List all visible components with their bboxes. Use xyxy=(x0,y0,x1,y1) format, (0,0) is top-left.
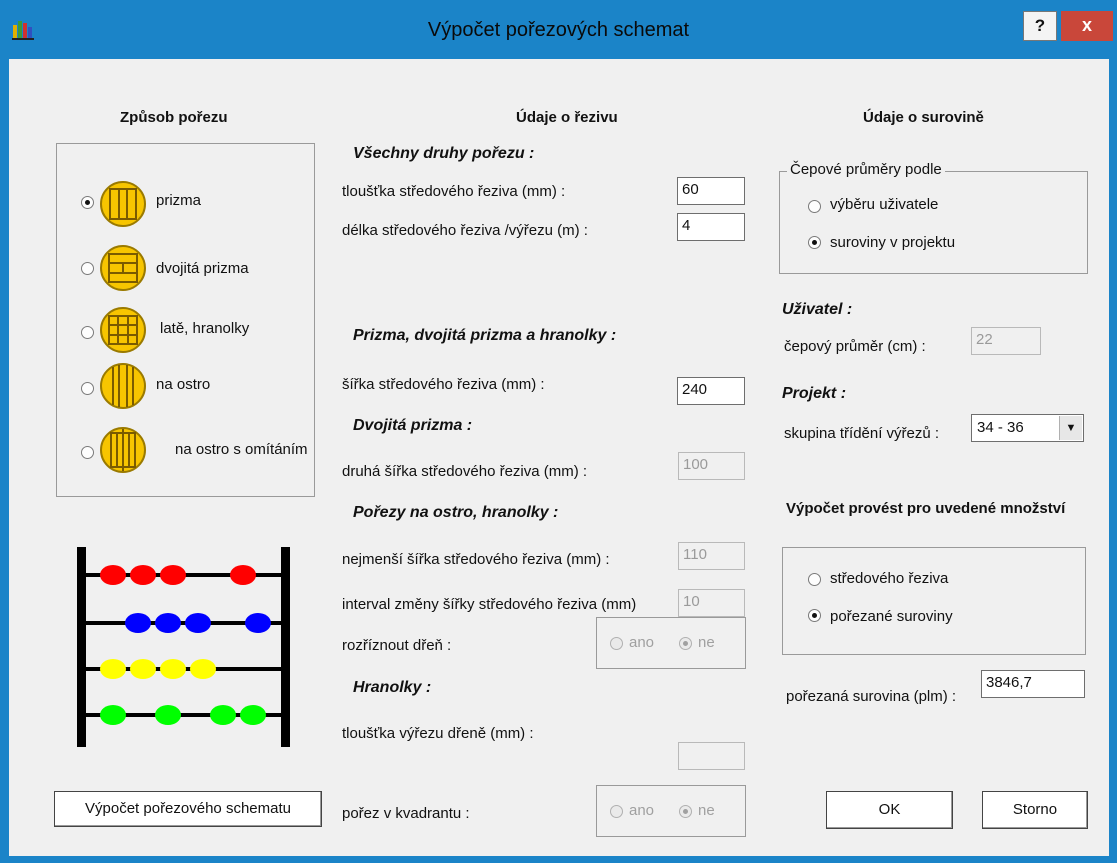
quadrant-group: ano ne xyxy=(596,785,746,837)
project-material-label: suroviny v projektu xyxy=(830,234,956,251)
abacus-bead xyxy=(100,565,126,585)
split-pith-yes-radio[interactable] xyxy=(610,637,623,650)
second-width-input[interactable]: 100 xyxy=(678,452,745,480)
quadrant-yes-label: ano xyxy=(629,802,655,819)
min-width-input[interactable]: 110 xyxy=(678,542,745,570)
user-selection-label: výběru uživatele xyxy=(830,196,939,213)
diameter-source-group xyxy=(779,171,1088,274)
center-lumber-label: středového řeziva xyxy=(830,570,949,587)
user-title: Uživatel : xyxy=(782,301,853,318)
abacus-bead xyxy=(100,705,126,725)
diameter-label: čepový průměr (cm) : xyxy=(784,338,926,355)
diameter-source-title: Čepové průměry podle xyxy=(787,161,945,178)
abacus-bead xyxy=(190,659,216,679)
split-pith-yes-label: ano xyxy=(629,634,655,651)
sharp-cut-trimmed-log-icon xyxy=(100,427,146,473)
second-width-label: druhá šířka středového řeziva (mm) : xyxy=(342,463,588,480)
radio-na-ostro-omitani[interactable] xyxy=(81,446,94,459)
lumber-data-heading: Údaje o řezivu xyxy=(516,109,618,126)
prism-title: Prizma, dvojitá prizma a hranolky : xyxy=(353,327,617,344)
radio-prizma[interactable] xyxy=(81,196,94,209)
cancel-button[interactable]: Storno xyxy=(982,791,1088,829)
cut-option-label: na ostro xyxy=(156,376,211,393)
project-title: Projekt : xyxy=(782,385,847,402)
thickness-input[interactable]: 60 xyxy=(677,177,745,205)
double-prism-title: Dvojitá prizma : xyxy=(353,417,473,434)
split-pith-no-label: ne xyxy=(698,634,715,651)
calc-for-group xyxy=(782,547,1086,655)
split-pith-group: ano ne xyxy=(596,617,746,669)
quadrant-yes-radio[interactable] xyxy=(610,805,623,818)
title-bar[interactable]: Výpočet pořezových schemat ? x xyxy=(1,1,1116,59)
split-pith-label: rozříznout dřeň : xyxy=(342,637,452,654)
radio-na-ostro[interactable] xyxy=(81,382,94,395)
sharp-cut-log-icon xyxy=(100,363,146,409)
beams-log-icon xyxy=(100,307,146,353)
quadrant-no-radio[interactable] xyxy=(679,805,692,818)
help-button[interactable]: ? xyxy=(1023,11,1057,41)
radio-dvojita-prizma[interactable] xyxy=(81,262,94,275)
cut-raw-input[interactable]: 3846,7 xyxy=(981,670,1085,698)
sort-group-select[interactable]: 34 - 36 ▼ xyxy=(971,414,1084,442)
abacus-bead xyxy=(160,565,186,585)
double-prism-log-icon xyxy=(100,245,146,291)
radio-cut-raw[interactable] xyxy=(808,609,821,622)
abacus-bead xyxy=(100,659,126,679)
abacus-bead xyxy=(240,705,266,725)
abacus-bead xyxy=(160,659,186,679)
all-types-title: Všechny druhy pořezu : xyxy=(353,145,535,162)
abacus-bead xyxy=(130,565,156,585)
dialog-body: Způsob pořezu prizma dvojitá prizma latě… xyxy=(9,59,1109,856)
radio-center-lumber[interactable] xyxy=(808,573,821,586)
sharp-cut-title: Pořezy na ostro, hranolky : xyxy=(353,504,559,521)
radio-late-hranolky[interactable] xyxy=(81,326,94,339)
abacus-bead xyxy=(245,613,271,633)
dialog-window: Výpočet pořezových schemat ? x Způsob po… xyxy=(0,0,1117,863)
interval-input[interactable]: 10 xyxy=(678,589,745,617)
cut-option-label: dvojitá prizma xyxy=(156,260,249,277)
cut-method-heading: Způsob pořezu xyxy=(120,109,228,126)
quadrant-no-label: ne xyxy=(698,802,715,819)
interval-label: interval změny šířky středového řeziva (… xyxy=(342,596,637,613)
cut-option-label: prizma xyxy=(156,192,202,209)
cut-raw-label: pořezaná surovina (plm) : xyxy=(786,688,957,705)
abacus-bead xyxy=(155,705,181,725)
abacus-bead xyxy=(210,705,236,725)
cut-raw-option-label: pořezané suroviny xyxy=(830,608,953,625)
prism-log-icon xyxy=(100,181,146,227)
window-title: Výpočet pořezových schemat xyxy=(427,19,690,41)
width-label: šířka středového řeziva (mm) : xyxy=(342,376,545,393)
abacus-bead xyxy=(230,565,256,585)
pith-cut-input[interactable] xyxy=(678,742,745,770)
calc-for-title: Výpočet provést pro uvedené množství xyxy=(786,500,1066,517)
abacus-bead xyxy=(155,613,181,633)
length-input[interactable]: 4 xyxy=(677,213,745,241)
pith-cut-label: tloušťka výřezu dřeně (mm) : xyxy=(342,725,534,742)
split-pith-no-radio[interactable] xyxy=(679,637,692,650)
abacus-bead xyxy=(125,613,151,633)
abacus-icon xyxy=(77,547,290,747)
raw-material-heading: Údaje o surovině xyxy=(863,109,984,126)
min-width-label: nejmenší šířka středového řeziva (mm) : xyxy=(342,551,610,568)
close-button[interactable]: x xyxy=(1061,11,1113,41)
abacus-bead xyxy=(185,613,211,633)
sort-group-value: 34 - 36 xyxy=(977,419,1024,436)
length-label: délka středového řeziva /výřezu (m) : xyxy=(342,222,588,239)
diameter-input[interactable]: 22 xyxy=(971,327,1041,355)
sort-group-label: skupina třídění výřezů : xyxy=(784,425,940,442)
quadrant-label: pořez v kvadrantu : xyxy=(342,805,470,822)
width-input[interactable]: 240 xyxy=(677,377,745,405)
chevron-down-icon[interactable]: ▼ xyxy=(1059,416,1082,440)
radio-project-material[interactable] xyxy=(808,236,821,249)
abacus-bead xyxy=(130,659,156,679)
radio-user-selection[interactable] xyxy=(808,200,821,213)
calc-scheme-button[interactable]: Výpočet pořezového schematu xyxy=(54,791,322,827)
ok-button[interactable]: OK xyxy=(826,791,953,829)
cut-option-label: latě, hranolky xyxy=(160,320,250,337)
beams-title: Hranolky : xyxy=(353,679,432,696)
thickness-label: tloušťka středového řeziva (mm) : xyxy=(342,183,566,200)
cut-option-label: na ostro s omítáním xyxy=(175,441,308,458)
